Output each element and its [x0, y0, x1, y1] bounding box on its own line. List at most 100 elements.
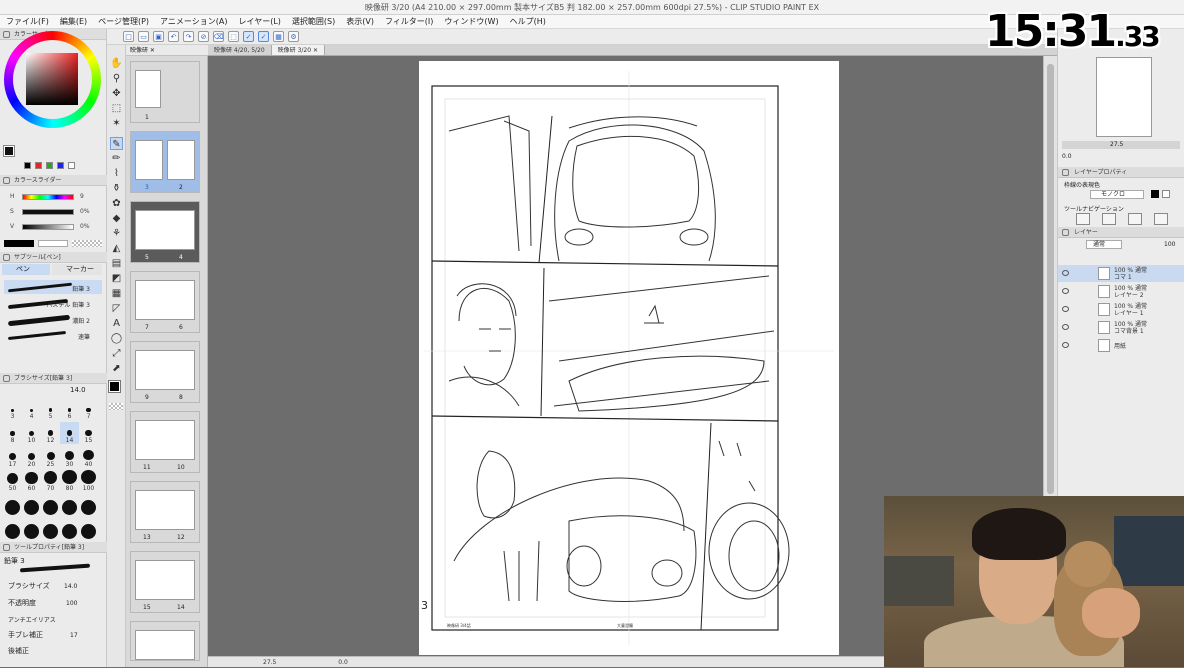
brush-size-option[interactable]: 40	[79, 446, 98, 468]
page-thumbnail[interactable]	[135, 280, 195, 320]
brush-size-option[interactable]	[79, 494, 98, 516]
brush-item[interactable]: パステル 鉛筆 3	[4, 296, 102, 310]
brush-size-option[interactable]: 30	[60, 446, 79, 468]
menu-layer[interactable]: レイヤー(L)	[238, 16, 280, 27]
zoom-value[interactable]: 27.5	[263, 659, 276, 666]
doc-tab-active[interactable]: 映像研 3/20 ✕	[271, 45, 325, 55]
value-slider[interactable]	[22, 224, 74, 230]
blend-mode-select[interactable]: 通常	[1086, 240, 1122, 249]
page-manager-tab[interactable]: 映像研 ✕	[126, 45, 208, 56]
brush-size-option[interactable]	[3, 518, 22, 540]
snap-grid-icon[interactable]: ✓	[258, 31, 269, 42]
page-thumbnail[interactable]	[135, 210, 195, 250]
opacity-value[interactable]: 100	[1164, 241, 1175, 248]
brush-size-option[interactable]: 7	[79, 398, 98, 420]
nav-button[interactable]	[1076, 213, 1090, 225]
main-color-bar[interactable]	[4, 240, 34, 247]
brush-item[interactable]: 鉛筆 3	[4, 280, 102, 294]
doc-tab[interactable]: 映像研 4/20, 5/20	[208, 45, 272, 55]
brush-size-option[interactable]	[22, 494, 41, 516]
brush-size-option[interactable]: 14	[60, 422, 79, 444]
layer-row[interactable]: 100 % 通常 レイヤー 1	[1058, 301, 1184, 318]
transparent-color-bar[interactable]	[72, 240, 102, 247]
brush-size-option[interactable]: 8	[3, 422, 22, 444]
tool-transparent-color[interactable]	[109, 403, 123, 410]
redo-icon[interactable]: ↷	[183, 31, 194, 42]
navigator-preview[interactable]	[1096, 57, 1152, 137]
page-thumbnail[interactable]	[135, 560, 195, 600]
expression-color-select[interactable]: モノクロ	[1090, 190, 1144, 199]
brush-size-option[interactable]: 100	[79, 470, 98, 492]
settings-icon[interactable]: ⚙	[288, 31, 299, 42]
expression-color-black[interactable]	[1151, 190, 1159, 198]
main-color-swatch[interactable]	[3, 145, 15, 157]
brush-size-option[interactable]	[60, 494, 79, 516]
pencil-tool-icon[interactable]: ✏	[110, 152, 123, 165]
brush-item[interactable]: 速筆	[4, 328, 102, 342]
undo-icon[interactable]: ↶	[168, 31, 179, 42]
layer-row[interactable]: 100 % 通常 レイヤー 2	[1058, 283, 1184, 300]
navigator-rotation-value[interactable]: 0.0	[1062, 153, 1072, 160]
brush-tool-icon[interactable]: ⌇	[110, 167, 123, 180]
eye-icon[interactable]	[1062, 270, 1069, 276]
menu-window[interactable]: ウィンドウ(W)	[444, 16, 498, 27]
snap-ruler-icon[interactable]: ✓	[243, 31, 254, 42]
page-spread[interactable]: 7 6	[130, 271, 200, 333]
object-tool-icon[interactable]: ⬈	[110, 362, 123, 375]
page-spread[interactable]: 11 10	[130, 411, 200, 473]
eye-icon[interactable]	[1062, 306, 1069, 312]
blend-tool-icon[interactable]: ⚘	[110, 227, 123, 240]
brush-item[interactable]: 濃鉛 2	[4, 312, 102, 327]
nav-button[interactable]	[1102, 213, 1116, 225]
menu-view[interactable]: 表示(V)	[346, 16, 374, 27]
layer-row[interactable]: 100 % 通常 コマ 1	[1058, 265, 1184, 282]
swatch-green[interactable]	[46, 162, 53, 169]
swatch-red[interactable]	[35, 162, 42, 169]
page-thumbnail[interactable]	[135, 490, 195, 530]
layer-property-header[interactable]: レイヤープロパティ	[1058, 167, 1184, 178]
page-spread[interactable]: 15 14	[130, 551, 200, 613]
tool-property-header[interactable]: ツールプロパティ[鉛筆 3]	[0, 542, 107, 553]
brush-size-option[interactable]	[60, 518, 79, 540]
gradient-tool-icon[interactable]: ▤	[110, 257, 123, 270]
layer-panel-header[interactable]: レイヤー	[1058, 227, 1184, 238]
sub-tool-header[interactable]: サブツール[ペン]	[0, 252, 107, 263]
page-spread[interactable]: 13 12	[130, 481, 200, 543]
manga-page[interactable]: 3 映像研 3/4話 大童澄瞳	[419, 61, 839, 655]
swatch-black[interactable]	[24, 162, 31, 169]
fill-tool-icon[interactable]: ◭	[110, 242, 123, 255]
brush-size-option[interactable]: 5	[41, 398, 60, 420]
balloon-tool-icon[interactable]: ◯	[110, 332, 123, 345]
brush-size-option[interactable]: 60	[22, 470, 41, 492]
prop-value[interactable]: 100	[66, 600, 77, 607]
menu-file[interactable]: ファイル(F)	[6, 16, 49, 27]
page-spread[interactable]: 9 8	[130, 341, 200, 403]
brush-size-option[interactable]: 17	[3, 446, 22, 468]
airbrush-tool-icon[interactable]: ⚱	[110, 182, 123, 195]
move-tool-icon[interactable]: ✥	[110, 87, 123, 100]
color-slider-header[interactable]: カラースライダー	[0, 175, 107, 186]
wand-tool-icon[interactable]: ✶	[110, 117, 123, 130]
brush-size-option[interactable]	[41, 494, 60, 516]
brush-size-option[interactable]: 4	[22, 398, 41, 420]
select-tool-icon[interactable]: ⬚	[110, 102, 123, 115]
nav-button[interactable]	[1128, 213, 1142, 225]
prop-value[interactable]: 14.0	[64, 583, 77, 590]
menu-edit[interactable]: 編集(E)	[60, 16, 87, 27]
brush-size-option[interactable]	[22, 518, 41, 540]
brush-size-option[interactable]: 50	[3, 470, 22, 492]
page-thumbnail[interactable]	[135, 70, 161, 108]
zoom-tool-icon[interactable]: ⚲	[110, 72, 123, 85]
brush-size-option[interactable]: 15	[79, 422, 98, 444]
page-spread[interactable]: 1	[130, 61, 200, 123]
text-tool-icon[interactable]: A	[110, 317, 123, 330]
color-wheel[interactable]	[4, 31, 101, 128]
pen-tool-icon[interactable]: ✎	[110, 137, 123, 150]
brush-size-option[interactable]	[41, 518, 60, 540]
saturation-slider[interactable]	[22, 209, 74, 215]
hand-tool-icon[interactable]: ✋	[110, 57, 123, 70]
tab-marker[interactable]: マーカー	[52, 264, 102, 275]
scrollbar-thumb[interactable]	[1047, 64, 1054, 494]
layer-row[interactable]: 100 % 通常 コマ背景 1	[1058, 319, 1184, 336]
clear-icon[interactable]: ⌫	[213, 31, 224, 42]
